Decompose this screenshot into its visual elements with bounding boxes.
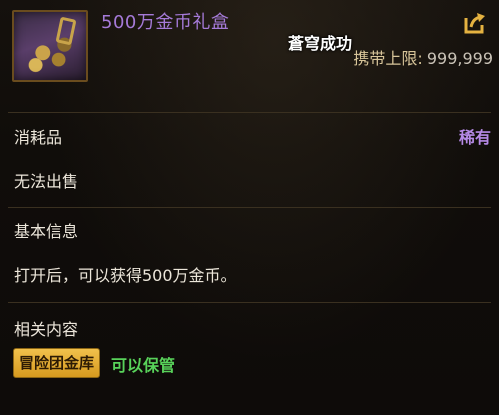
- item-category: 消耗品: [14, 128, 63, 147]
- item-name: 500万金币礼盒: [101, 12, 230, 33]
- divider: [8, 207, 491, 208]
- toast-message: 蒼穹成功: [288, 34, 353, 53]
- related-heading: 相关内容: [14, 320, 79, 339]
- item-tooltip-panel: 500万金币礼盒 蒼穹成功 携带上限: 999,999 消耗品 稀有 无法出售 基…: [0, 0, 499, 415]
- divider: [8, 112, 491, 113]
- storage-status: 可以保管: [111, 356, 176, 375]
- adventure-vault-badge: 冒险团金库: [13, 348, 101, 378]
- trade-restriction: 无法出售: [14, 172, 79, 191]
- currency-limit-label: 携带上限:: [353, 49, 423, 68]
- item-description: 打开后，可以获得500万金币。: [14, 266, 237, 285]
- currency-limit: 携带上限: 999,999: [353, 45, 493, 69]
- gift-bow-decoration: [55, 16, 77, 46]
- divider: [8, 302, 491, 303]
- share-icon[interactable]: [463, 12, 487, 34]
- basic-info-heading: 基本信息: [14, 222, 79, 241]
- gold-gift-box-icon: [12, 10, 88, 82]
- currency-limit-value: 999,999: [426, 49, 493, 68]
- item-header: 500万金币礼盒 蒼穹成功 携带上限: 999,999: [0, 0, 499, 100]
- item-rarity: 稀有: [458, 128, 491, 147]
